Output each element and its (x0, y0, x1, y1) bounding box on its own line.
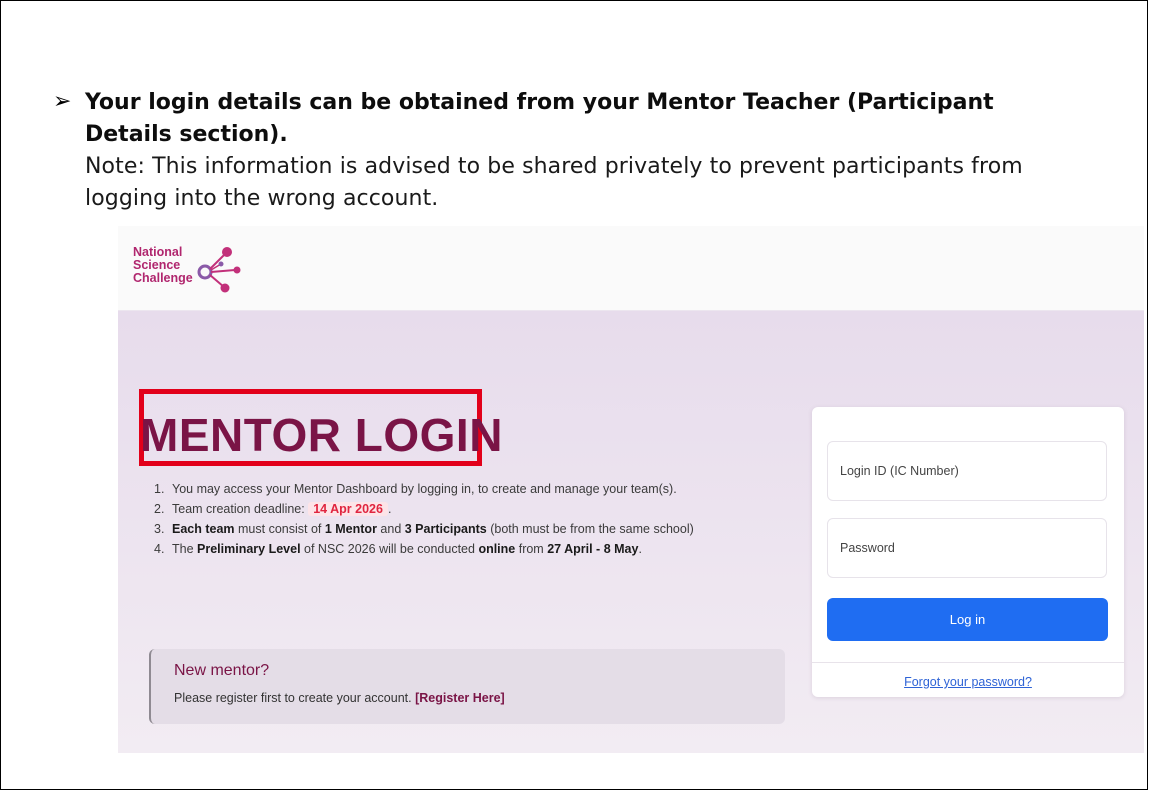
rule-number: 1. (154, 482, 165, 496)
new-mentor-title: New mentor? (174, 662, 270, 679)
page-title: MENTOR LOGIN (140, 409, 503, 461)
instruction-title: Your login details can be obtained from … (85, 90, 994, 147)
instruction-note: Note: This information is advised to be … (85, 154, 1023, 211)
rule-emphasis: online (478, 542, 516, 556)
rule-text: . (638, 542, 642, 556)
card-divider (812, 662, 1124, 663)
new-mentor-callout: New mentor? Please register first to cre… (149, 649, 785, 724)
rule-emphasis: 3 Participants (404, 522, 487, 536)
site-header: National Science Challenge (118, 226, 1144, 311)
deadline-badge: 14 Apr 2026 (308, 502, 388, 516)
molecule-logo-icon (197, 247, 241, 293)
login-button[interactable]: Log in (827, 598, 1108, 641)
rule-text: The (172, 542, 198, 556)
rule-emphasis: 1 Mentor (324, 522, 377, 536)
password-input[interactable] (827, 518, 1107, 578)
rule-number: 4. (154, 542, 165, 556)
rule-text: Team creation deadline: (172, 502, 309, 516)
login-card: Log in Forgot your password? (812, 407, 1124, 697)
rule-text: . (387, 502, 392, 516)
new-mentor-message: Please register first to create your acc… (174, 691, 416, 705)
register-link[interactable]: [Register Here] (415, 691, 505, 705)
instruction-block: ➢ Your login details can be obtained fro… (53, 87, 1065, 215)
rule-text: must consist of (234, 522, 325, 536)
rule-number: 3. (154, 522, 165, 536)
rule-emphasis: 27 April - 8 May (547, 542, 639, 556)
rule-number: 2. (154, 502, 165, 516)
rule-emphasis: Preliminary Level (197, 542, 301, 556)
rule-item: 3. Each team must consist of 1 Mentor an… (154, 519, 814, 539)
rule-text: and (376, 522, 405, 536)
page-frame: ➢ Your login details can be obtained fro… (0, 0, 1148, 790)
rule-text: from (515, 542, 548, 556)
nsc-logo[interactable]: National Science Challenge (133, 246, 263, 296)
rule-text: of NSC 2026 will be conducted (300, 542, 479, 556)
login-page-screenshot: National Science Challenge MENTOR LOGIN … (118, 226, 1144, 753)
forgot-password-link[interactable]: Forgot your password? (812, 675, 1124, 689)
rule-emphasis: Each team (172, 522, 235, 536)
arrow-bullet-icon: ➢ (53, 89, 72, 114)
rule-text: You may access your Mentor Dashboard by … (172, 482, 677, 496)
rule-item: 4. The Preliminary Level of NSC 2026 wil… (154, 539, 814, 559)
new-mentor-text: Please register first to create your acc… (174, 691, 505, 705)
rule-item: 2. Team creation deadline: 14 Apr 2026. (154, 499, 814, 519)
rule-item: 1. You may access your Mentor Dashboard … (154, 479, 814, 499)
login-id-input[interactable] (827, 441, 1107, 501)
mentor-rules-list: 1. You may access your Mentor Dashboard … (154, 479, 814, 559)
rule-text: (both must be from the same school) (486, 522, 694, 536)
